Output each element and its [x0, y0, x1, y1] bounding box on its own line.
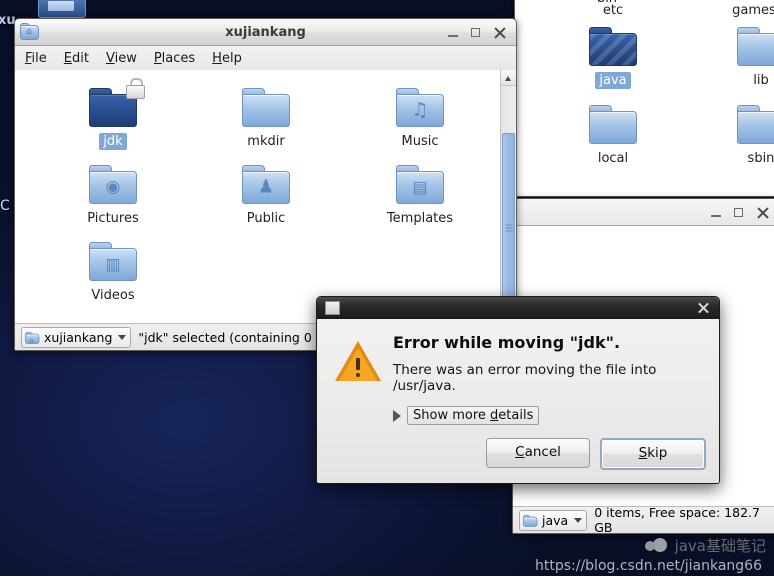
vertical-scrollbar[interactable] — [500, 70, 516, 323]
status-info: 0 items, Free space: 182.7 GB — [594, 505, 760, 534]
menu-places[interactable]: Places — [154, 51, 195, 66]
file-item-local[interactable]: local — [565, 105, 661, 167]
file-item-jdk[interactable]: jdk — [65, 78, 161, 150]
usr-file-area[interactable]: bin etc games java lib — [515, 0, 774, 196]
close-icon[interactable] — [697, 302, 710, 315]
folder-icon: ◉ — [89, 165, 137, 205]
file-item-games[interactable]: games — [706, 0, 774, 19]
show-more-details-button[interactable]: Show more details — [407, 406, 540, 425]
document-icon: ▤ — [412, 177, 428, 197]
file-item-public[interactable]: ♟ Public — [218, 165, 314, 227]
java-statusbar: java 0 items, Free space: 182.7 GB — [513, 505, 774, 534]
camera-icon: ◉ — [105, 177, 121, 197]
file-label: Music — [401, 134, 439, 149]
file-item-videos[interactable]: ▥ Videos — [65, 242, 161, 304]
file-label: local — [597, 151, 629, 166]
close-icon[interactable] — [493, 26, 507, 39]
film-icon: ▥ — [105, 254, 121, 274]
home-folder-icon: ⌂ — [25, 331, 40, 344]
folder-icon: ▥ — [89, 242, 137, 282]
file-item-pictures[interactable]: ◉ Pictures — [65, 165, 161, 227]
usr-window[interactable]: bin etc games java lib — [514, 0, 774, 197]
minimize-icon[interactable] — [710, 206, 723, 219]
error-message: There was an error moving the file into … — [393, 362, 657, 394]
file-item-etc[interactable]: etc — [565, 0, 661, 19]
file-label: sbin — [747, 151, 774, 166]
file-label: etc — [602, 3, 624, 18]
skip-button[interactable]: Skip — [600, 438, 706, 470]
folder-icon — [589, 105, 637, 145]
file-item-mkdir[interactable]: mkdir — [218, 88, 314, 150]
chevron-down-icon[interactable] — [118, 334, 127, 340]
file-item-templates[interactable]: ▤ Templates — [372, 165, 468, 227]
menu-help[interactable]: Help — [212, 51, 242, 66]
error-heading: Error while moving "jdk". — [393, 333, 621, 352]
path-label: java — [542, 512, 569, 528]
home-menubar[interactable]: File Edit View Places Help — [15, 46, 516, 71]
close-icon[interactable] — [756, 206, 770, 219]
menu-edit[interactable]: Edit — [64, 51, 89, 66]
scrollbar-thumb[interactable] — [502, 133, 515, 323]
home-folder-icon: ⌂ — [20, 23, 39, 41]
watermark: java基础笔记 — [644, 535, 766, 556]
warning-triangle-icon — [335, 341, 381, 383]
java-window-titlebar[interactable] — [513, 199, 774, 226]
path-button-xujiankang[interactable]: ⌂ xujiankang — [21, 326, 132, 348]
file-item-lib[interactable]: lib — [713, 27, 774, 89]
desktop-icon-partial[interactable] — [38, 0, 86, 18]
path-button-java[interactable]: java — [519, 509, 588, 531]
home-file-area[interactable]: jdk mkdir ♫ Music ◉ Pictures ♟ Public ▤ … — [15, 70, 516, 323]
menu-view[interactable]: View — [106, 51, 137, 66]
file-label: java — [595, 72, 631, 89]
music-note-icon: ♫ — [411, 99, 429, 122]
folder-icon — [737, 27, 774, 67]
file-label: mkdir — [247, 134, 285, 149]
folder-icon — [523, 514, 538, 527]
window-icon — [325, 301, 340, 315]
folder-icon — [737, 105, 774, 145]
person-icon: ♟ — [257, 176, 275, 198]
page-title: xujiankang — [225, 24, 306, 40]
expander-triangle-icon[interactable] — [393, 409, 401, 422]
status-info: "jdk" selected (containing 0 — [138, 329, 312, 345]
file-label: lib — [753, 73, 769, 88]
folder-icon — [589, 27, 637, 67]
minimize-icon[interactable] — [447, 26, 460, 39]
menu-file[interactable]: File — [25, 51, 47, 66]
file-label: Templates — [386, 211, 454, 226]
watermark-url: https://blog.csdn.net/jiankang66 — [534, 558, 762, 574]
maximize-icon[interactable] — [733, 206, 746, 219]
maximize-icon[interactable] — [470, 26, 483, 39]
file-label: Videos — [91, 288, 135, 303]
file-label: games — [732, 3, 774, 18]
error-dialog-titlebar[interactable] — [317, 297, 719, 319]
lock-icon — [126, 78, 145, 99]
desktop-label-c: C — [0, 198, 10, 214]
path-label: xujiankang — [44, 329, 113, 345]
cancel-button[interactable]: Cancel — [486, 438, 590, 468]
error-dialog[interactable]: Error while moving "jdk". There was an e… — [316, 296, 720, 484]
file-label: Public — [246, 211, 286, 226]
folder-icon — [89, 78, 145, 128]
wechat-logo-icon — [644, 536, 669, 556]
watermark-text: java基础笔记 — [674, 537, 766, 555]
scroll-up-arrow-icon[interactable] — [501, 70, 516, 86]
folder-icon — [242, 88, 290, 128]
bottom-white-bar — [0, 576, 774, 584]
file-item-music[interactable]: ♫ Music — [372, 88, 468, 150]
folder-icon: ♟ — [242, 165, 290, 205]
folder-icon: ▤ — [396, 165, 444, 205]
file-item-sbin[interactable]: sbin — [713, 105, 774, 167]
file-label: jdk — [99, 133, 127, 150]
file-item-java[interactable]: java — [565, 27, 661, 89]
folder-icon: ♫ — [396, 88, 444, 128]
file-label: Pictures — [87, 211, 139, 226]
chevron-down-icon[interactable] — [574, 517, 583, 523]
home-window-titlebar[interactable]: ⌂ xujiankang — [15, 19, 516, 46]
